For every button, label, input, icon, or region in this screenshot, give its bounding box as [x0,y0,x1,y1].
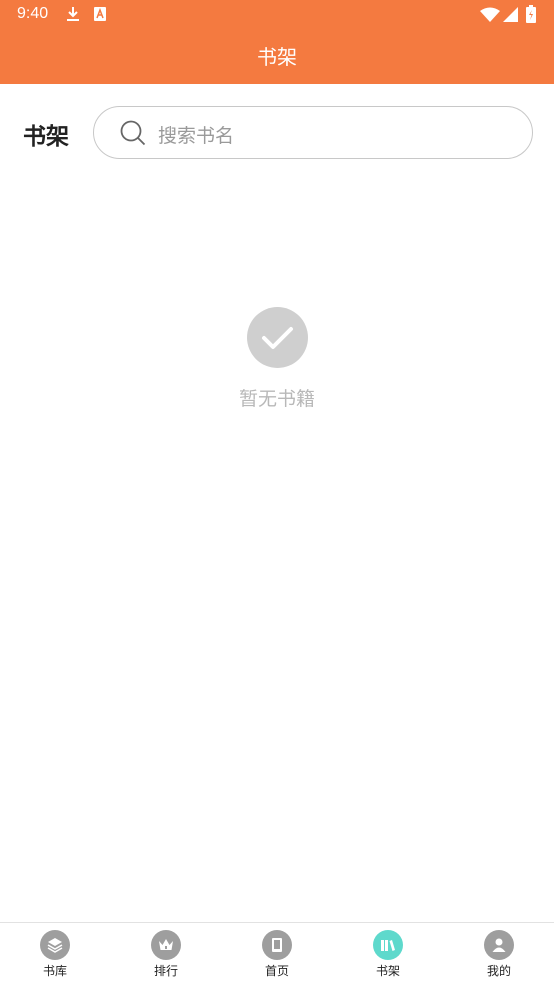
tab-label: 书库 [42,964,67,978]
tab-label: 我的 [486,964,511,978]
signal-icon [503,7,518,22]
empty-state-text: 暂无书籍 [238,388,315,410]
keyboard-icon [94,7,106,21]
header-title: 书架 [257,45,297,69]
bookshelf-icon [373,930,403,960]
search-icon [120,120,146,146]
crown-icon [151,930,181,960]
tab-label: 书架 [375,964,400,978]
book-icon [262,930,292,960]
check-icon [247,307,308,368]
search-input[interactable]: 搜索书名 [93,106,533,159]
tab-profile[interactable]: 我的 [444,923,554,984]
bottom-tab-bar: 书库 排行 首页 书架 我的 [0,922,554,984]
tab-home[interactable]: 首页 [222,923,332,984]
tab-ranking[interactable]: 排行 [111,923,221,984]
app-header: 书架 [0,30,554,84]
shelf-label: 书架 [23,124,69,150]
download-icon [67,7,79,21]
layers-icon [40,930,70,960]
wifi-icon [480,7,500,22]
tab-label: 首页 [264,964,289,978]
status-time: 9:40 [17,5,49,22]
tab-label: 排行 [153,964,178,978]
search-placeholder: 搜索书名 [158,125,235,147]
tab-library[interactable]: 书库 [0,923,110,984]
status-bar: 9:40 [0,0,554,30]
battery-icon [526,5,536,23]
tab-bookshelf[interactable]: 书架 [333,923,443,984]
user-icon [484,930,514,960]
